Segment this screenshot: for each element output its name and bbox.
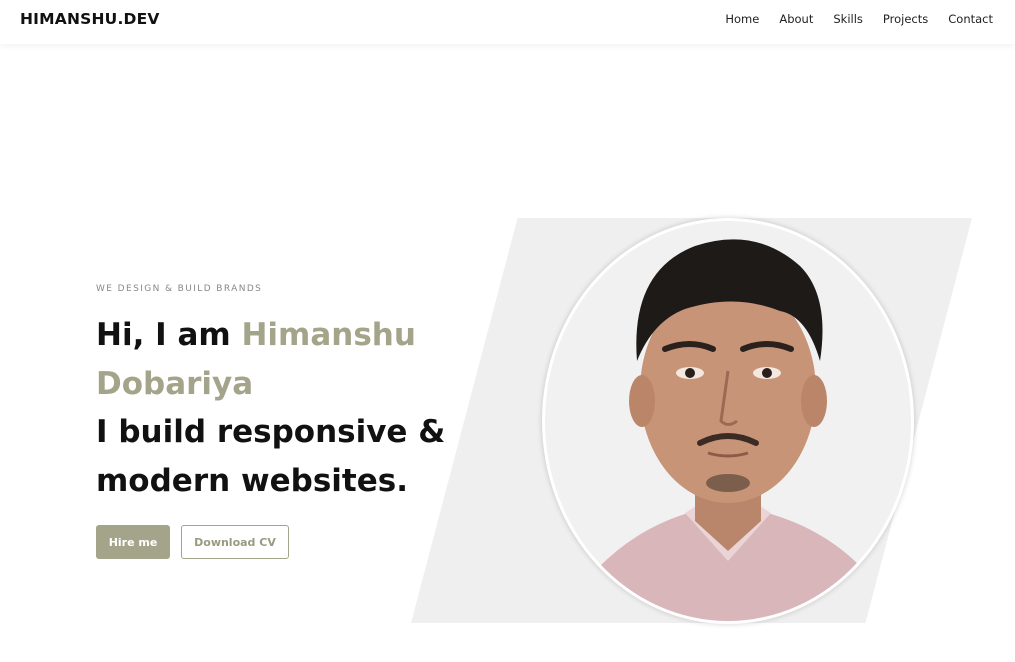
hero-line-modern: modern websites. <box>96 462 408 499</box>
download-cv-button[interactable]: Download CV <box>181 525 289 559</box>
hero-headline: Hi, I am Himanshu Dobariya I build respo… <box>96 311 486 505</box>
nav-home-link[interactable]: Home <box>725 12 759 26</box>
hire-me-button[interactable]: Hire me <box>96 525 170 559</box>
navbar: HIMANSHU.DEV Home About Skills Projects … <box>0 0 1015 44</box>
nav-skills-link[interactable]: Skills <box>833 12 863 26</box>
hero-greeting: Hi, I am <box>96 317 242 353</box>
brand-logo[interactable]: HIMANSHU.DEV <box>20 10 160 28</box>
nav-menu: Home About Skills Projects Contact <box>725 12 993 26</box>
nav-contact-link[interactable]: Contact <box>948 12 993 26</box>
nav-projects-link[interactable]: Projects <box>883 12 928 26</box>
hero-line-responsive: I build responsive & <box>96 414 446 450</box>
hero-tagline: WE DESIGN & BUILD BRANDS <box>96 284 263 294</box>
portrait-illustration <box>545 221 911 621</box>
nav-about-link[interactable]: About <box>779 12 813 26</box>
profile-photo <box>542 218 914 624</box>
